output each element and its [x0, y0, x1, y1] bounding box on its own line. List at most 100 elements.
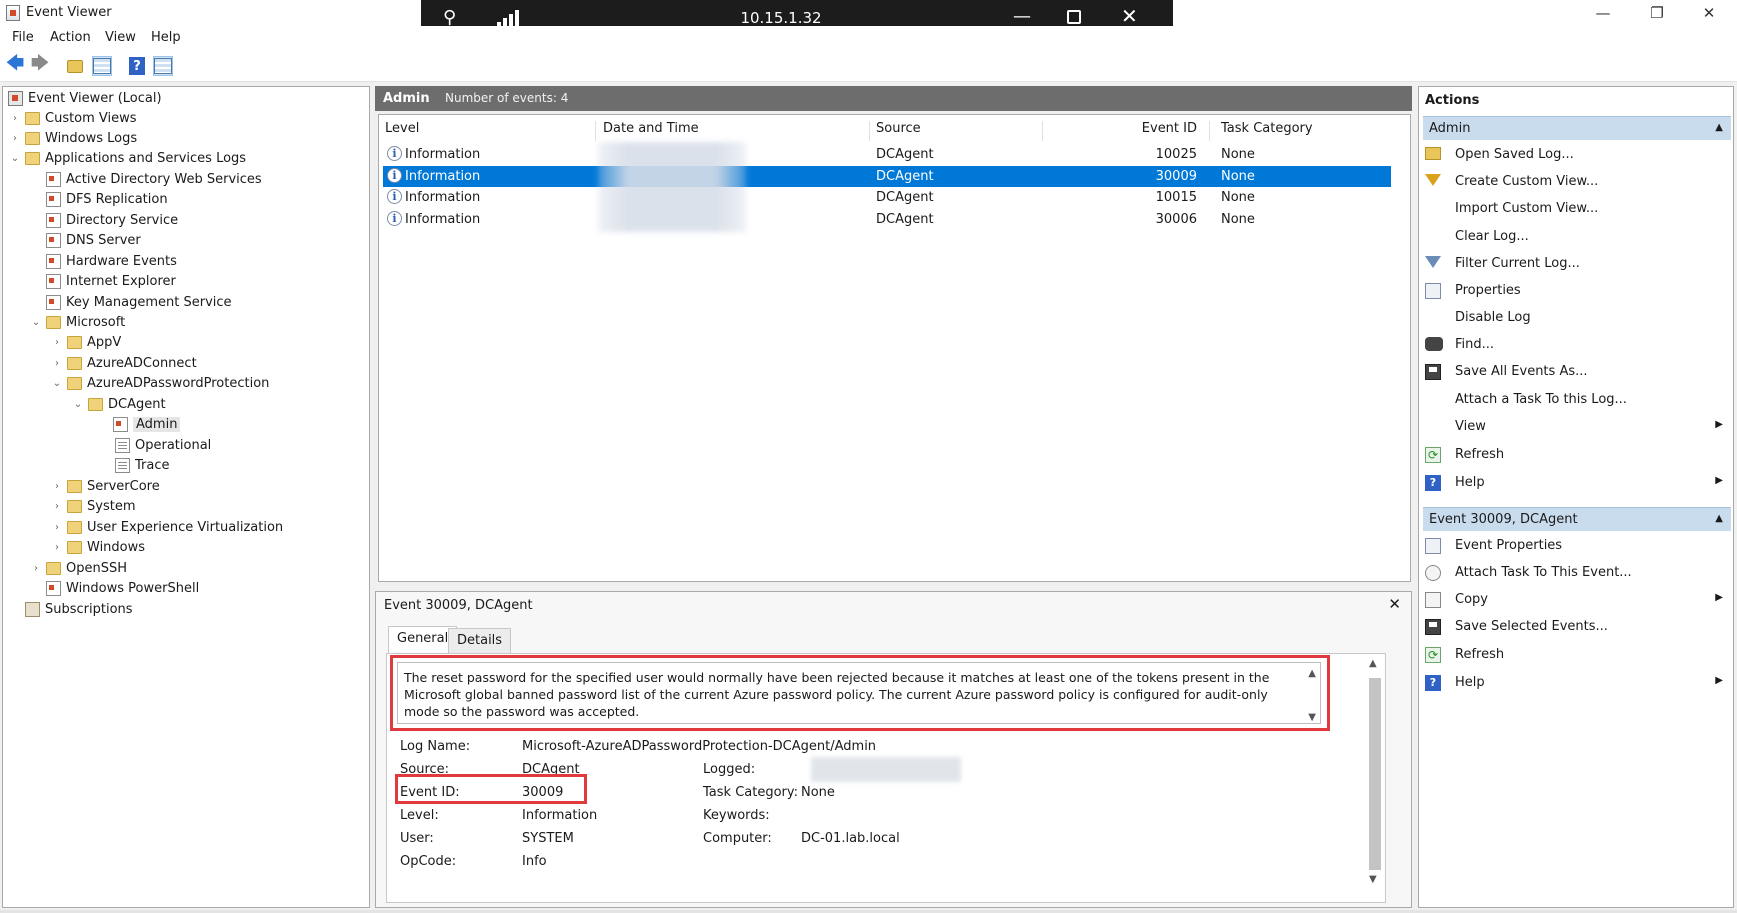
- column-header-task-category[interactable]: Task Category: [1221, 121, 1313, 141]
- scroll-down-icon[interactable]: ▼: [1369, 874, 1377, 885]
- tab-details[interactable]: Details: [448, 628, 512, 653]
- action-save-all-events-as[interactable]: Save All Events As...: [1425, 361, 1725, 383]
- maximize-button[interactable]: ❐: [1634, 0, 1680, 26]
- action-save-selected-events[interactable]: Save Selected Events...: [1425, 616, 1725, 638]
- menu-action[interactable]: Action: [50, 30, 91, 45]
- action-attach-task-to-event[interactable]: Attach Task To This Event...: [1425, 562, 1725, 584]
- menu-help[interactable]: Help: [151, 30, 181, 45]
- remote-close-button[interactable]: ✕: [1121, 4, 1138, 28]
- tree-item-trace[interactable]: Trace: [115, 455, 170, 475]
- chevron-right-icon[interactable]: ›: [30, 563, 42, 574]
- chevron-right-icon[interactable]: ›: [51, 481, 63, 492]
- column-divider[interactable]: [869, 121, 870, 141]
- tree-item-event-viewer-local[interactable]: Event Viewer (Local): [8, 88, 162, 108]
- tree-item-windows-powershell[interactable]: Windows PowerShell: [46, 578, 199, 598]
- action-disable-log[interactable]: Disable Log: [1425, 307, 1725, 329]
- collapse-icon[interactable]: ▲: [1715, 513, 1723, 524]
- tree-item-subscriptions[interactable]: Subscriptions: [25, 599, 133, 619]
- chevron-down-icon[interactable]: ⌄: [30, 317, 42, 328]
- show-hide-action-pane-button[interactable]: [153, 56, 173, 76]
- column-divider[interactable]: [1209, 121, 1210, 141]
- chevron-right-icon[interactable]: ›: [51, 501, 63, 512]
- tree-item-dfs-replication[interactable]: DFS Replication: [46, 189, 168, 209]
- chevron-down-icon[interactable]: ⌄: [51, 378, 63, 389]
- menu-view[interactable]: View: [105, 30, 136, 45]
- chevron-right-icon[interactable]: ›: [51, 542, 63, 553]
- tree-item-operational[interactable]: Operational: [115, 435, 211, 455]
- remote-restore-button[interactable]: [1067, 10, 1081, 24]
- tab-general[interactable]: General: [388, 626, 458, 653]
- column-header-source[interactable]: Source: [876, 121, 921, 141]
- action-attach-task-to-log[interactable]: Attach a Task To this Log...: [1425, 389, 1725, 411]
- chevron-right-icon[interactable]: ›: [51, 522, 63, 533]
- tree-item-dcagent[interactable]: ⌄ DCAgent: [72, 394, 166, 414]
- tree-item-dns-server[interactable]: DNS Server: [46, 230, 141, 250]
- actions-section-admin[interactable]: Admin ▲: [1423, 116, 1731, 140]
- action-find[interactable]: Find...: [1425, 334, 1725, 356]
- action-refresh[interactable]: ⟳ Refresh: [1425, 444, 1725, 466]
- column-header-date[interactable]: Date and Time: [603, 121, 699, 141]
- tree-item-hardware-events[interactable]: Hardware Events: [46, 251, 177, 271]
- chevron-down-icon[interactable]: ⌄: [9, 153, 21, 164]
- chevron-right-icon[interactable]: ›: [9, 133, 21, 144]
- tree-item-active-directory-web-services[interactable]: Active Directory Web Services: [46, 169, 262, 189]
- show-hide-tree-button[interactable]: [92, 56, 112, 76]
- column-header-level[interactable]: Level: [385, 121, 419, 141]
- event-row-selected[interactable]: i Information DCAgent 30009 None: [383, 166, 1391, 187]
- tree-item-user-experience-virtualization[interactable]: › User Experience Virtualization: [51, 517, 283, 537]
- help-button[interactable]: ?: [127, 56, 147, 76]
- scrollbar-thumb[interactable]: [1369, 678, 1381, 870]
- chevron-right-icon[interactable]: ›: [9, 113, 21, 124]
- tree-item-custom-views[interactable]: › Custom Views: [9, 108, 137, 128]
- action-open-saved-log[interactable]: Open Saved Log...: [1425, 144, 1725, 166]
- remote-minimize-button[interactable]: —: [1013, 6, 1031, 27]
- action-help-event[interactable]: ? Help ▶: [1425, 672, 1725, 694]
- tree-item-windows-logs[interactable]: › Windows Logs: [9, 128, 137, 148]
- chevron-right-icon[interactable]: ›: [51, 358, 63, 369]
- action-copy[interactable]: Copy ▶: [1425, 589, 1725, 611]
- detail-scrollbar[interactable]: ▲ ▼: [1367, 658, 1383, 890]
- tree-item-windows[interactable]: › Windows: [51, 537, 145, 557]
- tree-item-system[interactable]: › System: [51, 496, 135, 516]
- minimize-button[interactable]: —: [1580, 0, 1626, 26]
- actions-section-event[interactable]: Event 30009, DCAgent ▲: [1423, 507, 1731, 531]
- action-filter-current-log[interactable]: Filter Current Log...: [1425, 253, 1725, 275]
- action-import-custom-view[interactable]: Import Custom View...: [1425, 198, 1725, 220]
- scroll-up-icon[interactable]: ▲: [1369, 658, 1377, 669]
- column-header-event-id[interactable]: Event ID: [1097, 121, 1197, 141]
- tree-item-internet-explorer[interactable]: Internet Explorer: [46, 271, 176, 291]
- event-row[interactable]: i Information DCAgent 10025 None: [383, 144, 1391, 165]
- back-arrow-icon[interactable]: 🡄: [5, 53, 25, 76]
- tree-item-servercore[interactable]: › ServerCore: [51, 476, 160, 496]
- action-help[interactable]: ? Help ▶: [1425, 472, 1725, 494]
- tree-item-azureadconnect[interactable]: › AzureADConnect: [51, 353, 197, 373]
- close-button[interactable]: ✕: [1686, 0, 1732, 26]
- pin-icon[interactable]: ⚲: [443, 7, 456, 28]
- up-folder-button[interactable]: [65, 56, 85, 76]
- event-row[interactable]: i Information DCAgent 10015 None: [383, 187, 1391, 208]
- tree-item-azureadpasswordprotection[interactable]: ⌄ AzureADPasswordProtection: [51, 373, 270, 393]
- action-refresh-event[interactable]: ⟳ Refresh: [1425, 644, 1725, 666]
- action-create-custom-view[interactable]: Create Custom View...: [1425, 171, 1725, 193]
- menu-file[interactable]: File: [12, 30, 34, 45]
- close-icon[interactable]: ✕: [1388, 595, 1401, 613]
- tree-item-microsoft[interactable]: ⌄ Microsoft: [30, 312, 125, 332]
- tree-item-openssh[interactable]: › OpenSSH: [30, 558, 127, 578]
- action-event-properties[interactable]: Event Properties: [1425, 535, 1725, 557]
- tree-item-key-management-service[interactable]: Key Management Service: [46, 292, 232, 312]
- tree-item-directory-service[interactable]: Directory Service: [46, 210, 178, 230]
- action-clear-log[interactable]: Clear Log...: [1425, 226, 1725, 248]
- collapse-icon[interactable]: ▲: [1715, 122, 1723, 133]
- column-divider[interactable]: [1042, 121, 1043, 141]
- tree-item-applications-and-services-logs[interactable]: ⌄ Applications and Services Logs: [9, 148, 246, 168]
- column-divider[interactable]: [595, 121, 596, 141]
- action-view[interactable]: View ▶: [1425, 416, 1725, 438]
- signal-strength-icon[interactable]: [497, 10, 523, 27]
- tree-item-appv[interactable]: › AppV: [51, 332, 121, 352]
- action-properties[interactable]: Properties: [1425, 280, 1725, 302]
- event-row[interactable]: i Information DCAgent 30006 None: [383, 209, 1391, 230]
- forward-arrow-icon[interactable]: 🡆: [30, 53, 50, 76]
- chevron-down-icon[interactable]: ⌄: [72, 399, 84, 410]
- tree-item-admin[interactable]: Admin: [113, 414, 181, 434]
- chevron-right-icon[interactable]: ›: [51, 337, 63, 348]
